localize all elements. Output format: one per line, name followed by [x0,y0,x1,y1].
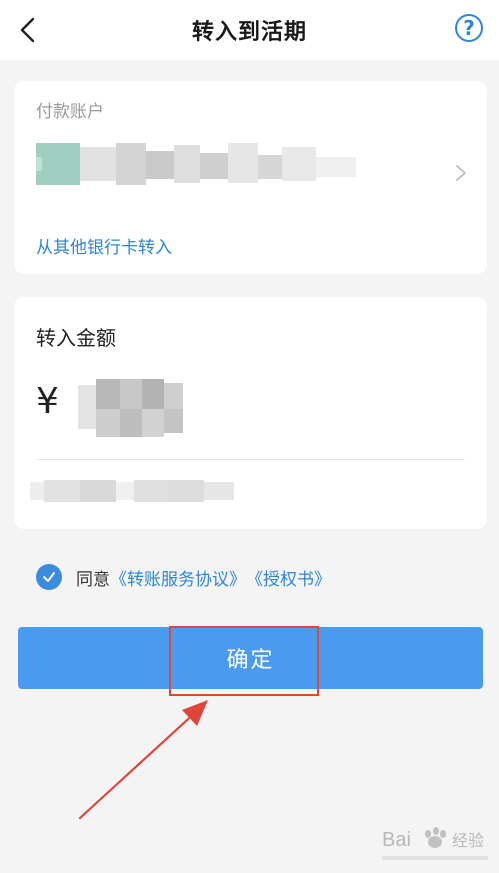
baidu-watermark-logo: Bai 经验 [382,827,488,860]
back-button[interactable] [14,15,44,45]
checkmark-icon [43,572,55,582]
page-title: 转入到活期 [191,20,307,45]
confirm-button[interactable]: 确定 [18,627,483,689]
watermark-text: Bai [382,829,411,851]
currency-symbol: ¥ [36,381,59,422]
transfer-service-agreement-link[interactable]: 《转账服务协议》 [110,565,246,590]
chevron-left-icon [20,17,35,43]
masked-account-info[interactable] [36,143,356,185]
transfer-amount-card: 转入金额 ¥ [14,297,487,529]
checkbox-checked-icon[interactable] [36,564,62,590]
red-arrow-annotation [78,700,208,820]
agree-label: 同意 [76,569,110,590]
authorization-letter-link[interactable]: 《授权书》 [246,565,331,590]
payment-account-card: 付款账户 从其他银行卡转入 [14,81,487,274]
other-bank-transfer-link[interactable]: 从其他银行卡转入 [36,233,172,258]
divider [36,459,465,460]
header-bar: 转入到活期 ? [0,0,499,60]
transfer-amount-label: 转入金额 [36,326,116,350]
payment-account-label: 付款账户 [36,102,104,122]
masked-balance-hint [30,480,234,502]
question-mark-icon: ? [463,16,475,40]
confirm-button-label: 确定 [226,648,275,673]
chevron-right-icon[interactable] [453,163,469,183]
watermark-text-2: 经验 [452,831,484,850]
masked-amount-input[interactable] [78,379,183,439]
help-button[interactable]: ? [455,14,483,42]
agreement-row: 同意 《转账服务协议》 《授权书》 [36,563,331,591]
